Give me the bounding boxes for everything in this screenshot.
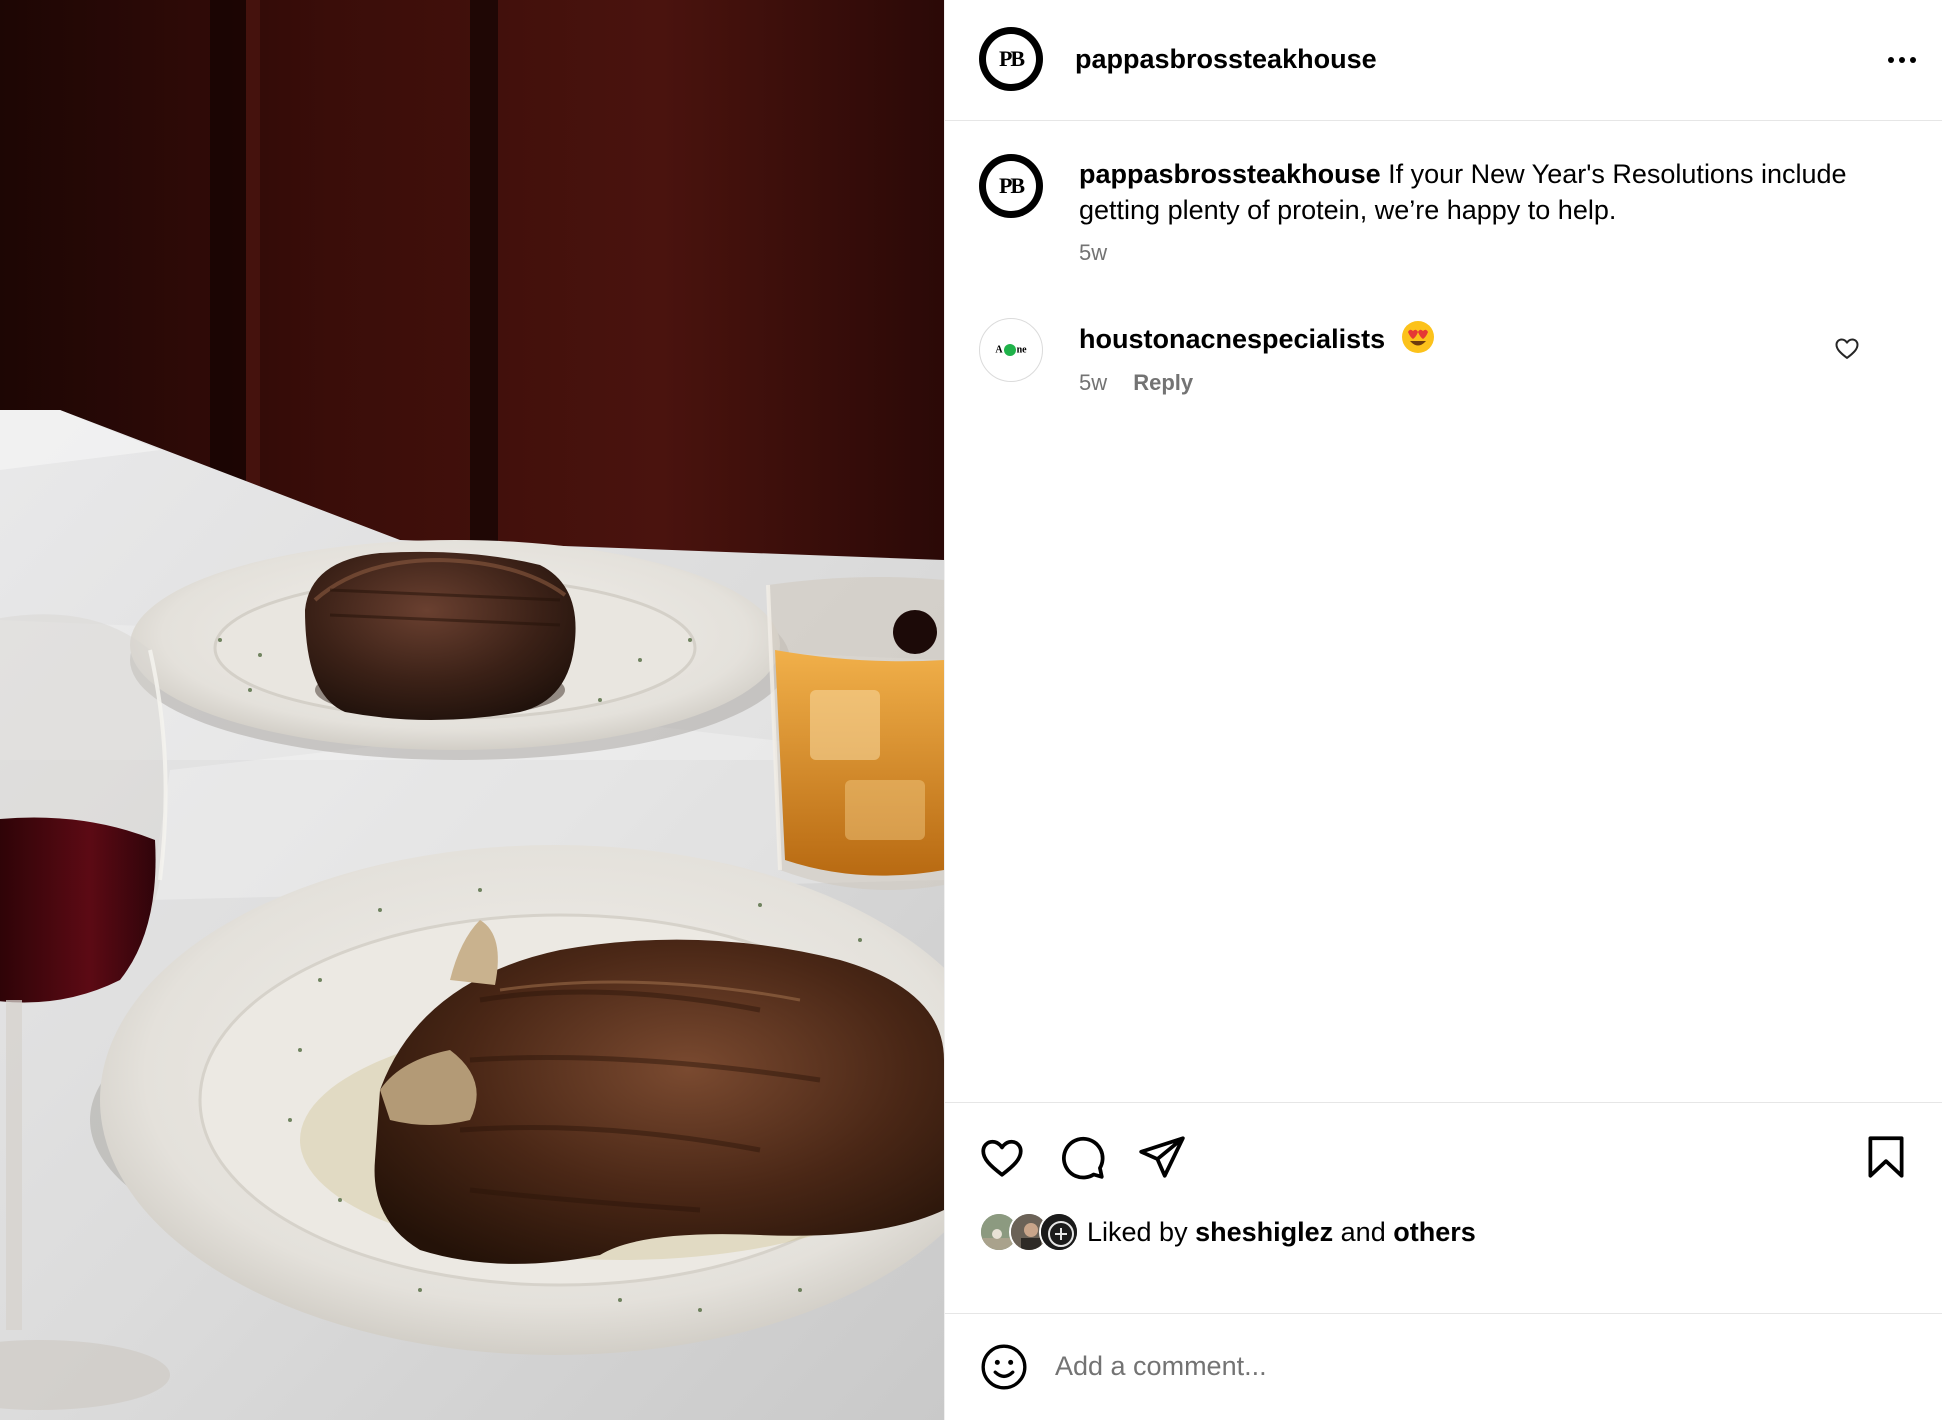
liker-avatars[interactable] <box>979 1212 1083 1252</box>
share-icon[interactable] <box>1137 1132 1187 1182</box>
author-avatar[interactable]: PB <box>979 27 1043 91</box>
likes-others-link[interactable]: others <box>1393 1217 1476 1247</box>
likes-summary: Liked by sheshiglez and others <box>979 1212 1476 1252</box>
smiley-icon[interactable] <box>979 1342 1029 1392</box>
caption-author-avatar[interactable]: PB <box>979 154 1043 218</box>
commenter-avatar[interactable]: Ane <box>979 318 1043 382</box>
steak-dinner-image <box>0 0 944 1420</box>
add-comment-input[interactable] <box>1055 1338 1875 1394</box>
author-username[interactable]: pappasbrossteakhouse <box>1075 44 1377 75</box>
comment-meta: 5w Reply <box>1079 370 1193 396</box>
post-details-panel: PB pappasbrossteakhouse PB pappasbrosste… <box>944 0 1942 1420</box>
caption-text-block: pappasbrossteakhouse If your New Year's … <box>1079 156 1859 228</box>
reply-button[interactable]: Reply <box>1133 370 1193 395</box>
action-bar-divider <box>945 1102 1942 1103</box>
caption-username[interactable]: pappasbrossteakhouse <box>1079 159 1381 189</box>
post-header: PB pappasbrossteakhouse <box>945 0 1942 121</box>
pb-monogram-logo: PB <box>986 161 1036 211</box>
more-dot <box>1910 57 1916 63</box>
instagram-post: PB pappasbrossteakhouse PB pappasbrosste… <box>0 0 1942 1420</box>
comment-icon[interactable] <box>1057 1132 1107 1182</box>
comment-timestamp[interactable]: 5w <box>1079 370 1107 395</box>
bookmark-icon[interactable] <box>1861 1132 1911 1182</box>
more-dot <box>1888 57 1894 63</box>
avatar-initials: PB <box>998 173 1025 198</box>
avatar-initials: PB <box>998 46 1025 71</box>
likes-connector: and <box>1340 1216 1386 1247</box>
commenter-avatar-logo: Ane <box>995 344 1027 356</box>
comment-line: houstonacnespecialists <box>1079 320 1435 355</box>
commenter-username[interactable]: houstonacnespecialists <box>1079 324 1385 354</box>
pb-monogram-logo: PB <box>986 34 1036 84</box>
likes-prefix: Liked by <box>1087 1216 1188 1247</box>
heart-icon[interactable] <box>977 1132 1027 1182</box>
more-dot <box>1899 57 1905 63</box>
liker-avatar <box>1039 1212 1079 1252</box>
comment-like-heart-icon[interactable] <box>1833 334 1861 362</box>
comment-composer <box>945 1313 1942 1420</box>
likes-first-user[interactable]: sheshiglez <box>1195 1217 1333 1247</box>
caption-timestamp[interactable]: 5w <box>1079 240 1107 266</box>
more-options-icon[interactable] <box>1877 36 1927 84</box>
heart-eyes-emoji-icon <box>1401 321 1434 353</box>
post-photo[interactable] <box>0 0 944 1420</box>
likes-text: Liked by sheshiglez and others <box>1087 1217 1476 1248</box>
